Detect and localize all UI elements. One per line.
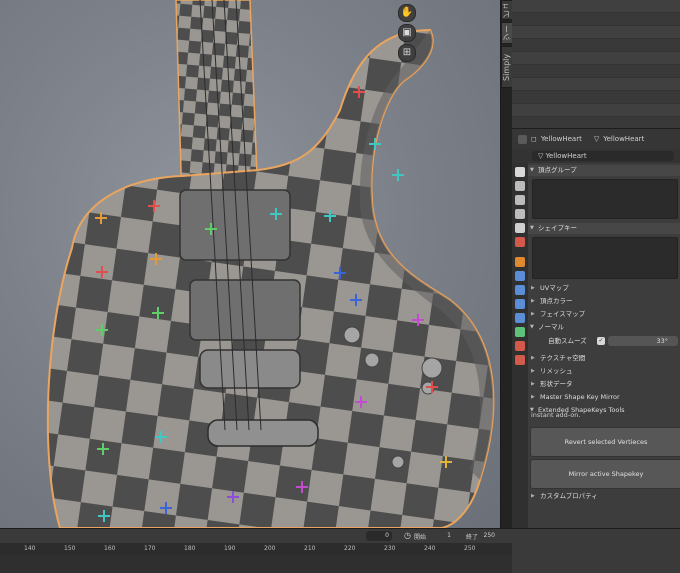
outliner-row[interactable] (512, 39, 680, 52)
timeline[interactable]: 0 ◷ 開始 1 終了 250 140 150 160 170 180 190 … (0, 528, 680, 573)
panel-uv-maps[interactable]: UVマップ (528, 283, 680, 294)
vertex-groups-list[interactable] (532, 179, 678, 219)
panel-remesh[interactable]: リメッシュ (528, 366, 680, 377)
timeline-tick-label: 240 (424, 545, 436, 552)
object-name[interactable]: YellowHeart (541, 135, 582, 143)
constraints-tab-icon[interactable] (515, 313, 525, 323)
hand-icon[interactable]: ✋ (398, 4, 416, 22)
current-frame-field[interactable]: 0 (366, 531, 392, 541)
timeline-tick-label: 140 (24, 545, 36, 552)
timeline-tick-label: 210 (304, 545, 316, 552)
object-icon: ◻ (531, 135, 537, 143)
outliner-row[interactable] (512, 26, 680, 39)
material-tab-icon[interactable] (515, 341, 525, 351)
editor-type-icon[interactable] (518, 134, 527, 144)
outliner[interactable] (512, 0, 680, 130)
mesh-datablock-row: ▽ YellowHeart (512, 149, 680, 163)
properties-header: ◻ YellowHeart ▽ YellowHeart (512, 129, 680, 149)
auto-smooth-checkbox[interactable]: ✓ (597, 337, 605, 345)
view-layer-tab-icon[interactable] (515, 209, 525, 219)
timeline-tick-label: 160 (104, 545, 116, 552)
end-label: 終了 (466, 534, 479, 541)
shape-keys-list[interactable] (532, 237, 678, 279)
world-tab-icon[interactable] (515, 237, 525, 247)
auto-smooth-angle-field[interactable]: 33° (608, 336, 678, 346)
outliner-row[interactable] (512, 65, 680, 78)
timeline-tick-label: 150 (64, 545, 76, 552)
outliner-row[interactable] (512, 104, 680, 117)
physics-tab-icon[interactable] (515, 299, 525, 309)
panel-normals[interactable]: ノーマル (528, 322, 680, 333)
timeline-ruler[interactable]: 140 150 160 170 180 190 200 210 220 230 … (0, 543, 512, 555)
timeline-tick-label: 230 (384, 545, 396, 552)
mesh-icon: ▽ (593, 135, 600, 143)
mesh-data-tab-icon[interactable] (515, 327, 525, 337)
particles-tab-icon[interactable] (515, 285, 525, 295)
modifier-tab-icon[interactable] (515, 271, 525, 281)
tool-tab-icon[interactable] (515, 167, 525, 177)
timeline-tick-label: 200 (264, 545, 276, 552)
mesh-name[interactable]: YellowHeart (603, 135, 644, 143)
end-frame-field[interactable]: 250 (478, 531, 498, 541)
properties-editor: ◻ YellowHeart ▽ YellowHeart ▽ YellowHear… (512, 128, 680, 529)
panel-geometry-data[interactable]: 形状データ (528, 379, 680, 390)
start-frame-field[interactable]: 1 (428, 531, 454, 541)
outliner-row[interactable] (512, 0, 680, 13)
timeline-tick-label: 250 (464, 545, 476, 552)
render-tab-icon[interactable] (515, 181, 525, 191)
status-area (512, 529, 680, 573)
start-label: 開始 (414, 534, 427, 541)
panel-vertex-groups[interactable]: 頂点グループ (528, 165, 680, 176)
3d-viewport[interactable]: ✋ ▣ ⊞ (0, 0, 500, 528)
timeline-tick-label: 190 (224, 545, 236, 552)
clock-icon: ◷ (404, 531, 411, 540)
output-tab-icon[interactable] (515, 195, 525, 205)
timeline-header: 0 ◷ 開始 1 終了 250 (0, 529, 512, 543)
guitar-model-render (46, 0, 495, 528)
panel-custom-properties[interactable]: カスタムプロパティ (528, 491, 680, 502)
outliner-row[interactable] (512, 91, 680, 104)
camera-icon[interactable]: ▣ (398, 24, 416, 42)
outliner-row[interactable] (512, 78, 680, 91)
properties-tab-column (512, 163, 528, 529)
revert-selected-vertices-button[interactable]: Revert selected Vertieces (530, 427, 680, 457)
timeline-tick-label: 180 (184, 545, 196, 552)
viewport-navigation-gizmo: ✋ ▣ ⊞ (398, 2, 418, 64)
outliner-row[interactable] (512, 52, 680, 65)
mesh-data-name: YellowHeart (545, 152, 587, 160)
mesh-properties-content: 頂点グループ シェイプキー UVマップ 頂点カラー フェイスマップ ノーマル 自… (528, 163, 680, 529)
mirror-active-shapekey-button[interactable]: Mirror active Shapekey (530, 459, 680, 489)
object-tab-icon[interactable] (515, 257, 525, 267)
scene-tab-icon[interactable] (515, 223, 525, 233)
mesh-datablock-field[interactable]: ▽ YellowHeart (532, 151, 674, 161)
panel-texture-space[interactable]: テクスチャ空間 (528, 353, 680, 364)
panel-master-shape-key-mirror[interactable]: Master Shape Key Mirror (528, 392, 680, 403)
panel-shape-keys[interactable]: シェイプキー (528, 223, 680, 234)
auto-smooth-label: 自動スムーズ (548, 337, 587, 345)
panel-face-maps[interactable]: フェイスマップ (528, 309, 680, 320)
texture-tab-icon[interactable] (515, 355, 525, 365)
addon-note-text: instant add-on. (531, 411, 581, 419)
timeline-tick-label: 220 (344, 545, 356, 552)
grid-icon[interactable]: ⊞ (398, 44, 416, 62)
outliner-row[interactable] (512, 13, 680, 26)
auto-smooth-row: 自動スムーズ ✓ 33° (528, 335, 680, 347)
panel-vertex-colors[interactable]: 頂点カラー (528, 296, 680, 307)
timeline-tick-label: 170 (144, 545, 156, 552)
